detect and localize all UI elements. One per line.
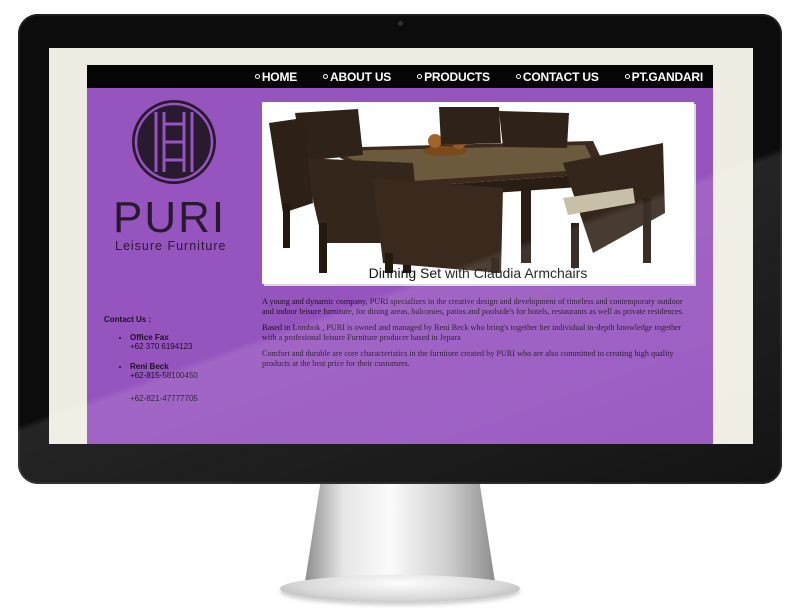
bullet-icon — [417, 74, 423, 79]
nav-label: CONTACT US — [522, 69, 599, 84]
contact-phone: +62-815-58100450 — [130, 371, 198, 380]
monitor-stand-base — [280, 575, 520, 602]
about-paragraph: Based in Lombok , PURI is owned and mana… — [262, 323, 682, 342]
nav-item-about-us[interactable]: ABOUT US — [323, 70, 391, 84]
logo-tagline: Leisure Furniture — [115, 239, 227, 253]
logo-wordmark: PURI — [113, 193, 227, 242]
contact-entry: Reni Beck +62-815-58100450 +62-821-47777… — [130, 362, 264, 403]
nav-item-products[interactable]: PRODUCTS — [417, 70, 490, 84]
nav-bar: HOME ABOUT US PRODUCTS CONTACT US PT.GAN… — [87, 65, 713, 88]
bullet-icon — [624, 74, 630, 79]
contact-name: Office Fax — [130, 333, 169, 342]
bullet-icon — [323, 74, 329, 79]
contact-name: Reni Beck — [130, 362, 169, 371]
nav-label: PRODUCTS — [424, 69, 490, 84]
nav-item-contact-us[interactable]: CONTACT US — [515, 69, 599, 84]
browser-screen: HOME ABOUT US PRODUCTS CONTACT US PT.GAN… — [49, 48, 753, 444]
nav-item-home[interactable]: HOME — [254, 69, 298, 84]
bullet-icon — [254, 74, 260, 79]
contact-block: Contact Us : Office Fax +62 370 6194123 … — [104, 315, 264, 414]
dining-set-image — [269, 107, 665, 273]
product-photo: Dinning Set with Claudia Armchairs — [262, 102, 694, 284]
nav-label: ABOUT US — [330, 69, 392, 84]
about-paragraph: Comfort and durable are core characteris… — [262, 349, 674, 368]
about-paragraph: A young and dynamic company, PURI specia… — [262, 297, 684, 316]
nav-item-pt-gandari[interactable]: PT.GANDARI — [624, 69, 704, 84]
contact-title: Contact Us : — [104, 315, 152, 324]
contact-entry: Office Fax +62 370 6194123 — [130, 333, 264, 351]
nav-label: HOME — [261, 69, 298, 84]
website-page: HOME ABOUT US PRODUCTS CONTACT US PT.GAN… — [87, 65, 713, 444]
monitor-frame: HOME ABOUT US PRODUCTS CONTACT US PT.GAN… — [18, 14, 782, 484]
webcam-icon — [398, 21, 403, 26]
about-text: A young and dynamic company, PURI specia… — [262, 297, 690, 376]
contact-phone: +62 370 6194123 — [130, 342, 193, 351]
nav-label: PT.GANDARI — [631, 69, 704, 84]
monitor-stand-neck — [305, 484, 495, 582]
photo-caption: Dinning Set with Claudia Armchairs — [368, 265, 588, 281]
puri-emblem-icon — [132, 100, 216, 184]
bullet-icon — [515, 74, 521, 79]
contact-phone: +62-821-47777705 — [130, 394, 198, 403]
